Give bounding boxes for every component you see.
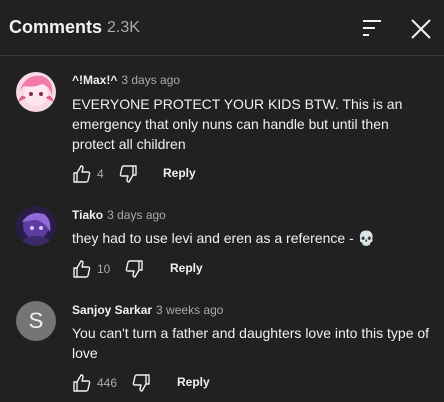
- comment-author[interactable]: Sanjoy Sarkar: [72, 303, 152, 317]
- anime-purple-avatar-icon: [16, 206, 56, 246]
- like-count: 4: [97, 167, 104, 181]
- thumbs-down-icon: [119, 165, 137, 183]
- like-button[interactable]: [72, 164, 92, 184]
- comment-time[interactable]: 3 days ago: [107, 208, 166, 222]
- like-button[interactable]: [72, 259, 92, 279]
- dislike-button[interactable]: [118, 164, 138, 184]
- dislike-button[interactable]: [124, 259, 144, 279]
- reply-button[interactable]: Reply: [163, 166, 196, 180]
- like-count: 10: [97, 262, 111, 276]
- comment-author[interactable]: ^!Max!^: [72, 73, 117, 87]
- sort-button[interactable]: [360, 16, 386, 40]
- thumbs-up-icon: [73, 260, 91, 278]
- dislike-button[interactable]: [131, 373, 151, 393]
- thumbs-up-icon: [73, 374, 91, 392]
- comment-text: they had to use levi and eren as a refer…: [72, 230, 376, 246]
- comment-actions: 446 Reply: [72, 373, 432, 393]
- reply-button[interactable]: Reply: [177, 375, 210, 389]
- comments-title: Comments: [9, 17, 103, 37]
- avatar[interactable]: [16, 72, 56, 112]
- comments-count: 2.3K: [107, 19, 140, 36]
- comment-time[interactable]: 3 days ago: [121, 73, 180, 87]
- anime-pink-hair-avatar-icon: [16, 72, 56, 112]
- thumbs-up-icon: [73, 165, 91, 183]
- like-count: 446: [97, 376, 118, 390]
- comment-text: You can't turn a father and daughters lo…: [72, 325, 430, 361]
- comment-actions: 4 Reply: [72, 164, 432, 184]
- sort-icon: [363, 20, 381, 36]
- comment-actions: 10 Reply: [72, 259, 432, 279]
- comment-meta: Tiako 3 days ago: [72, 208, 166, 222]
- close-icon: [411, 19, 431, 39]
- thumbs-down-icon: [125, 260, 143, 278]
- like-button[interactable]: [72, 373, 92, 393]
- close-button[interactable]: [408, 16, 434, 42]
- comment-meta: ^!Max!^ 3 days ago: [72, 73, 180, 87]
- avatar[interactable]: [16, 206, 56, 246]
- avatar-letter: S: [16, 301, 56, 341]
- reply-button[interactable]: Reply: [170, 261, 203, 275]
- avatar[interactable]: S: [16, 301, 56, 341]
- comments-header: Comments 2.3K: [0, 0, 444, 56]
- comment-meta: Sanjoy Sarkar 3 weeks ago: [72, 303, 223, 317]
- thumbs-down-icon: [132, 374, 150, 392]
- comment-text: EVERYONE PROTECT YOUR KIDS BTW. This is …: [72, 96, 403, 152]
- comment-author[interactable]: Tiako: [72, 208, 103, 222]
- comment-time[interactable]: 3 weeks ago: [156, 303, 223, 317]
